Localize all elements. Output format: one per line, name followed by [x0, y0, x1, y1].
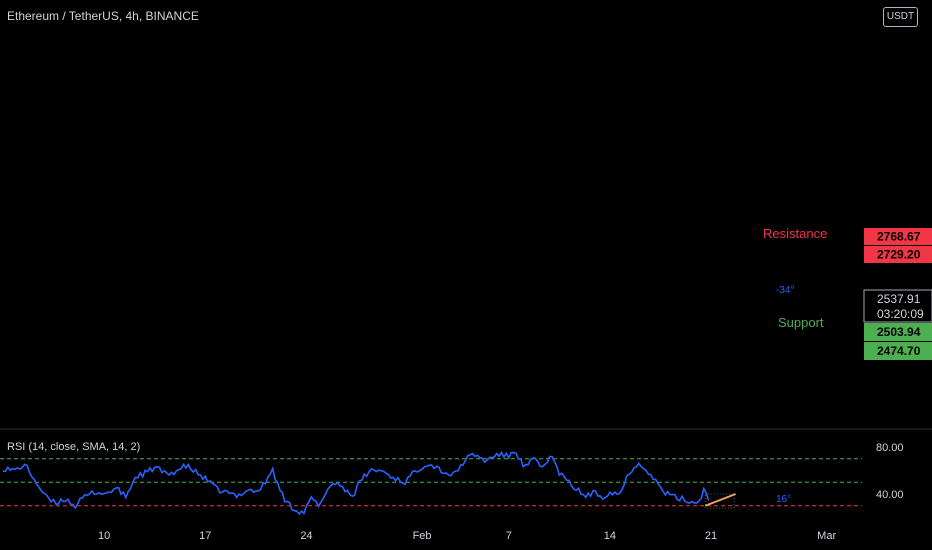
support-label: Support	[778, 315, 824, 330]
resistance-upper-badge: 2768.67	[877, 230, 921, 244]
symbol-title[interactable]: Ethereum / TetherUS, 4h, BINANCE	[7, 9, 199, 23]
support-lower-badge: 2474.70	[877, 344, 921, 358]
time-tick-label: 17	[199, 530, 211, 542]
time-tick-label: 7	[506, 530, 512, 542]
resistance-label: Resistance	[763, 226, 827, 241]
rsi-tick-label: 40.00	[876, 489, 904, 501]
rsi-angle-label: 16°	[776, 494, 791, 505]
time-tick-label: 21	[705, 530, 717, 542]
time-tick-label: 10	[98, 530, 110, 542]
angle-label: -34°	[776, 285, 794, 296]
time-tick-label: Feb	[413, 530, 432, 542]
time-tick-label: 14	[604, 530, 616, 542]
resistance-lower-badge: 2729.20	[877, 248, 921, 262]
chart-background	[0, 0, 932, 550]
time-tick-label: Mar	[817, 530, 836, 542]
rsi-tick-label: 80.00	[876, 442, 904, 454]
chart-canvas[interactable]: 4000.003600.003400.003200.003000.002600.…	[0, 0, 932, 550]
price-badges: 2768.67 2729.20 2537.9103:20:09 2503.94 2474…	[863, 228, 932, 360]
countdown-badge: 03:20:09	[877, 307, 924, 321]
current-price-badge: 2537.91	[877, 292, 921, 306]
currency-button[interactable]: USDT	[883, 7, 918, 27]
time-tick-label: 24	[300, 530, 312, 542]
support-upper-badge: 2503.94	[877, 325, 921, 339]
rsi-indicator-label[interactable]: RSI (14, close, SMA, 14, 2)	[7, 441, 140, 453]
